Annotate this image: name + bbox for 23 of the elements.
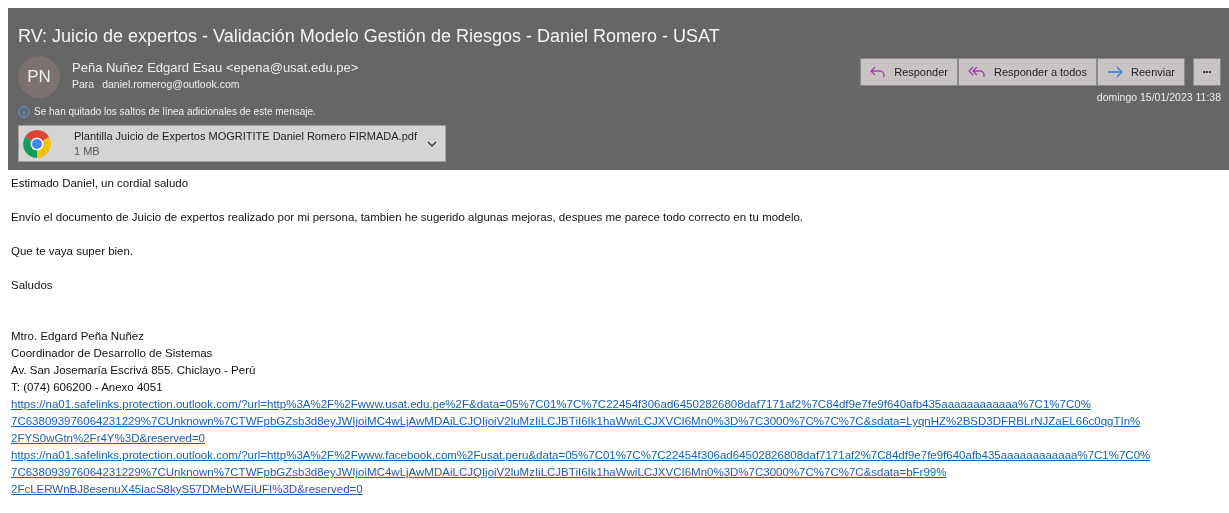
signature-line: T: (074) 606200 - Anexo 4051: [11, 380, 163, 395]
info-message: Se han quitado los saltos de línea adicionales de este mensaje.: [34, 105, 316, 119]
sent-date: domingo 15/01/2023 11:38: [1096, 90, 1221, 105]
to-label: Para: [72, 77, 95, 92]
recipient-address: daniel.romerog@outlook.com: [102, 77, 240, 92]
body-paragraph: Saludos: [11, 278, 53, 293]
body-paragraph: Estimado Daniel, un cordial saludo: [11, 176, 189, 191]
body-paragraph: Que te vaya super bien.: [11, 244, 134, 259]
signature-line: Av. San Josemaría Escrivá 855. Chiclayo - Perú: [11, 363, 256, 378]
more-button[interactable]: •••: [1193, 58, 1221, 86]
signature-line: Coordinador de Desarrollo de Sistemas: [11, 346, 213, 361]
action-button[interactable]: Responder: [860, 58, 958, 86]
avatar: PN: [18, 56, 60, 98]
action-button[interactable]: Responder a todos: [958, 58, 1097, 86]
body-paragraph: Envío el documento de Juicio de expertos realizado por mi persona, tambien he sugerido algunas mejoras, despues me parece todo correcto en tu modelo.: [11, 210, 804, 225]
safelink-url[interactable]: https://na01.safelinks.protection.outlook.com/?url=http%3A%2F%2Fwww.facebook.com%2Fusat.peru&data=05%7C01%7C%7C22454f306ad64502826808daf7171af2%7C84df9e7fe9f640afb435aaaaaaaaaaaa%7C1%7C0% 7C638093976064231229%7CUnknown%7CTWFpbGZsb3d8eyJWIjoiMC4wLjAwMDAiLCJQIjoiV2luMzIiLCJBTiI6Ik1haWwiLCJXVCI6Mn0%3D%7C3000%7C%7C%7C&sdata=bFr99% 2FcLERWnBJ8esenuX45iacS8kyS57DMebWEiUFI%3D&reserved=0: [11, 447, 1151, 498]
signature-line: Mtro. Edgard Peña Nuñez: [11, 329, 144, 344]
sender-name: Peña Nuñez Edgard Esau <epena@usat.edu.pe>: [72, 59, 359, 76]
action-button[interactable]: Reenviar: [1096, 58, 1185, 86]
email-subject: RV: Juicio de expertos - Validación Modelo Gestión de Riesgos - Daniel Romero - USAT: [18, 25, 721, 47]
attachment-size: 1 MB: [74, 144, 101, 158]
attachment-name: Plantilla Juicio de Expertos MOGRITITE Daniel Romero FIRMADA.pdf: [74, 129, 417, 144]
attachment-chip[interactable]: Plantilla Juicio de Expertos MOGRITITE Daniel Romero FIRMADA.pdf 1 MB: [18, 125, 446, 162]
